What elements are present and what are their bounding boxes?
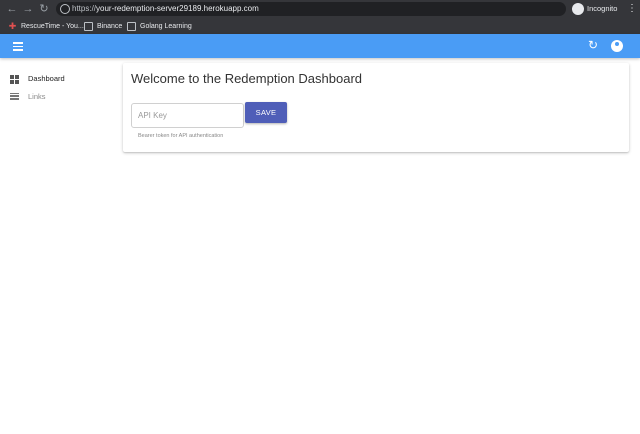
account-circle-icon[interactable] (611, 40, 623, 52)
sidebar-item-links[interactable]: Links (0, 88, 118, 106)
sidebar-item-label: Dashboard (28, 74, 65, 83)
incognito-label: Incognito (587, 4, 618, 13)
url-text: https://your-redemption-server29189.hero… (72, 3, 259, 15)
url-host: your-redemption-server29189.herokuapp.co… (96, 4, 259, 13)
sidebar-item-label: Links (28, 92, 46, 101)
dashboard-card: Welcome to the Redemption Dashboard SAVE… (123, 63, 629, 152)
bookmark-rescuetime[interactable]: ✚ RescueTime - You... (8, 20, 84, 32)
globe-icon (60, 4, 70, 14)
address-bar[interactable]: https://your-redemption-server29189.hero… (56, 2, 566, 16)
bookmark-label: Binance (97, 22, 123, 30)
menu-icon[interactable] (13, 42, 23, 51)
bookmark-label: RescueTime - You... (21, 22, 84, 30)
more-vert-icon[interactable]: ⋮ (627, 3, 637, 15)
list-icon (10, 92, 19, 102)
address-row: ← → ↻ https://your-redemption-server2918… (0, 0, 640, 18)
bookmark-label: Golang Learning (140, 22, 192, 30)
sidebar: Dashboard Links (0, 58, 118, 434)
forward-arrow-icon[interactable]: → (22, 3, 34, 15)
browser-chrome: ← → ↻ https://your-redemption-server2918… (0, 0, 640, 34)
page-title: Welcome to the Redemption Dashboard (131, 71, 362, 86)
incognito-icon (572, 3, 584, 15)
folder-icon (127, 21, 136, 31)
folder-icon (84, 21, 93, 31)
bookmarks-bar: ✚ RescueTime - You... Binance Golang Lea… (0, 18, 640, 34)
rescuetime-icon: ✚ (8, 20, 17, 31)
url-prefix: https:// (72, 4, 97, 13)
app-bar: ↻ (0, 34, 640, 58)
dashboard-icon (10, 74, 19, 84)
reload-icon[interactable]: ↻ (38, 3, 50, 15)
save-button[interactable]: SAVE (245, 102, 287, 123)
back-arrow-icon[interactable]: ← (6, 3, 18, 15)
sidebar-item-dashboard[interactable]: Dashboard (0, 70, 118, 88)
api-key-helper-text: Bearer token for API authentication (138, 133, 224, 139)
refresh-icon[interactable]: ↻ (587, 39, 599, 51)
bookmark-binance[interactable]: Binance (84, 20, 122, 32)
api-key-input[interactable] (131, 103, 244, 128)
bookmark-golang-learning[interactable]: Golang Learning (127, 20, 192, 32)
